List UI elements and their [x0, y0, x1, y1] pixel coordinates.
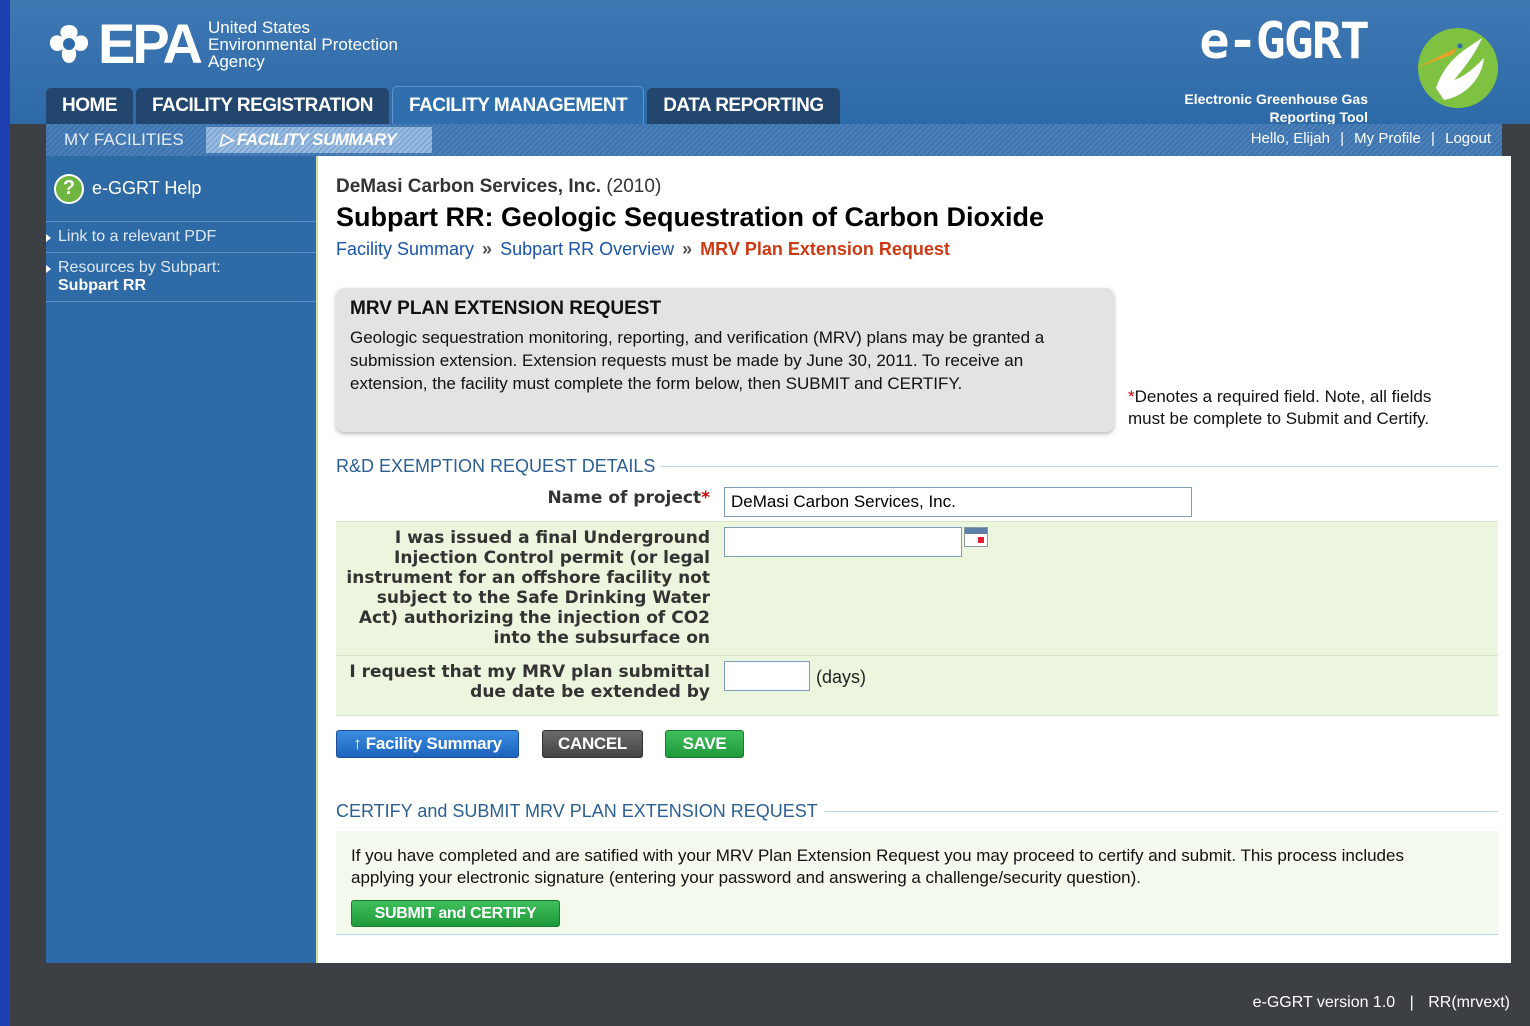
eggrt-title: e-GGRT — [1199, 12, 1370, 70]
subnav-facility-summary[interactable]: ▷ FACILITY SUMMARY — [206, 127, 432, 153]
breadcrumb-facility-summary[interactable]: Facility Summary — [336, 239, 474, 259]
version-text: e-GGRT version 1.0 — [1252, 994, 1396, 1011]
window-edge — [0, 0, 10, 1026]
extension-days-field-wrap: (days) — [720, 656, 866, 715]
required-note-line-2: must be complete to Submit and Certify. — [1128, 409, 1430, 428]
breadcrumb: Facility Summary » Subpart RR Overview »… — [336, 239, 950, 260]
tab-data-reporting[interactable]: DATA REPORTING — [647, 88, 840, 124]
extension-days-label: I request that my MRV plan submittal due… — [349, 662, 710, 702]
facility-name-text: DeMasi Carbon Services, Inc. — [336, 176, 602, 197]
epa-flower-icon — [49, 25, 89, 63]
details-section-label: R&D EXEMPTION REQUEST DETAILS — [336, 456, 656, 476]
epa-wordmark: EPA — [98, 12, 203, 75]
info-box: MRV PLAN EXTENSION REQUEST Geologic sequ… — [336, 288, 1114, 432]
footer: e-GGRT version 1.0 | RR(mrvext) — [1253, 994, 1510, 1012]
extension-days-input[interactable] — [724, 661, 810, 691]
tab-home[interactable]: HOME — [46, 88, 133, 124]
request-form: Name of project* I was issued a final Un… — [336, 482, 1498, 716]
save-button[interactable]: SAVE — [665, 730, 744, 758]
certify-text: If you have completed and are satified w… — [351, 846, 1404, 887]
help-link[interactable]: ? e-GGRT Help — [46, 156, 316, 222]
certify-section-title: CERTIFY and SUBMIT MRV PLAN EXTENSION RE… — [336, 801, 1498, 822]
sidebar-link-label: Resources by Subpart: — [58, 259, 221, 276]
agency-line-2: Environmental Protection — [208, 34, 398, 54]
page: EPA United States Environmental Protecti… — [0, 0, 1530, 1026]
sidebar-link-resources[interactable]: Resources by Subpart: Subpart RR — [46, 253, 316, 302]
epa-logo[interactable]: EPA United States Environmental Protecti… — [46, 14, 398, 74]
epa-agency-name: United States Environmental Protection A… — [208, 19, 398, 70]
section-divider — [661, 466, 1498, 467]
agency-line-3: Agency — [208, 51, 265, 71]
sidebar-link-label: Link to a relevant PDF — [58, 228, 217, 245]
form-row-extension-days: I request that my MRV plan submittal due… — [336, 656, 1498, 716]
user-greeting: Hello, Elijah — [1250, 130, 1330, 147]
breadcrumb-subpart-overview[interactable]: Subpart RR Overview — [500, 239, 674, 259]
sidebar-link-pdf[interactable]: Link to a relevant PDF — [46, 222, 316, 253]
days-unit-label: (days) — [816, 667, 867, 687]
permit-date-input[interactable] — [724, 527, 962, 557]
breadcrumb-current: MRV Plan Extension Request — [700, 239, 950, 259]
facility-year: (2010) — [606, 176, 662, 197]
permit-date-label: I was issued a final Underground Injecti… — [346, 528, 710, 648]
page-title: Subpart RR: Geologic Sequestration of Ca… — [336, 202, 1045, 232]
required-note-line-1: Denotes a required field. Note, all fiel… — [1134, 387, 1432, 406]
eggrt-subtitle: Electronic Greenhouse Gas Reporting Tool — [1184, 90, 1368, 126]
project-name-field-wrap — [720, 482, 1192, 521]
main-nav: HOME FACILITY REGISTRATION FACILITY MANA… — [46, 86, 843, 124]
heron-logo-icon — [1416, 28, 1498, 108]
project-name-label-text: Name of project — [547, 488, 702, 508]
calendar-icon[interactable] — [964, 527, 988, 547]
details-section-title: R&D EXEMPTION REQUEST DETAILS — [336, 456, 1498, 477]
footer-separator: | — [1409, 994, 1414, 1011]
cancel-button[interactable]: CANCEL — [542, 730, 643, 758]
my-profile-link[interactable]: My Profile — [1354, 130, 1421, 147]
facility-name: DeMasi Carbon Services, Inc. (2010) — [336, 176, 661, 198]
eggrt-subtitle-line-1: Electronic Greenhouse Gas — [1184, 91, 1368, 107]
separator: | — [1431, 130, 1435, 147]
tab-facility-registration[interactable]: FACILITY REGISTRATION — [136, 88, 390, 124]
submit-and-certify-button[interactable]: SUBMIT and CERTIFY — [351, 900, 560, 927]
certify-section-label: CERTIFY and SUBMIT MRV PLAN EXTENSION RE… — [336, 801, 818, 821]
logout-link[interactable]: Logout — [1445, 130, 1491, 147]
sub-navigation: MY FACILITIES ▷ FACILITY SUMMARY Hello, … — [46, 124, 1502, 156]
required-star: * — [1128, 387, 1135, 406]
tab-facility-management[interactable]: FACILITY MANAGEMENT — [392, 86, 645, 124]
breadcrumb-separator: » — [482, 239, 493, 259]
play-arrow-icon: ▷ — [220, 130, 233, 149]
user-links: Hello, Elijah | My Profile | Logout — [1248, 130, 1494, 147]
facility-summary-button[interactable]: ↑ Facility Summary — [336, 730, 519, 758]
required-star: * — [701, 488, 710, 508]
form-row-project: Name of project* — [336, 482, 1498, 522]
breadcrumb-separator: » — [682, 239, 693, 259]
help-label: e-GGRT Help — [92, 178, 202, 198]
main-content: DeMasi Carbon Services, Inc. (2010) Subp… — [316, 156, 1511, 963]
eggrt-logo[interactable]: e-GGRT Electronic Greenhouse Gas Reporti… — [1150, 10, 1510, 125]
permit-date-field-wrap — [720, 522, 988, 655]
project-name-input[interactable] — [724, 487, 1192, 517]
info-box-title: MRV PLAN EXTENSION REQUEST — [350, 298, 662, 319]
subnav-facility-summary-label: FACILITY SUMMARY — [236, 130, 397, 149]
header: EPA United States Environmental Protecti… — [10, 0, 1530, 125]
agency-line-1: United States — [208, 17, 311, 37]
section-divider — [823, 811, 1498, 812]
subnav-my-facilities[interactable]: MY FACILITIES — [64, 130, 184, 150]
separator: | — [1340, 130, 1344, 147]
help-icon: ? — [54, 173, 84, 204]
sidebar: ? e-GGRT Help Link to a relevant PDF Res… — [46, 156, 316, 963]
page-code: RR(mrvext) — [1428, 994, 1510, 1011]
project-name-label: Name of project* — [336, 482, 720, 521]
form-row-permit-date: I was issued a final Underground Injecti… — [336, 522, 1498, 656]
required-field-note: *Denotes a required field. Note, all fie… — [1128, 386, 1431, 430]
sidebar-link-sub: Subpart RR — [58, 277, 146, 294]
info-box-text: Geologic sequestration monitoring, repor… — [350, 328, 1045, 393]
